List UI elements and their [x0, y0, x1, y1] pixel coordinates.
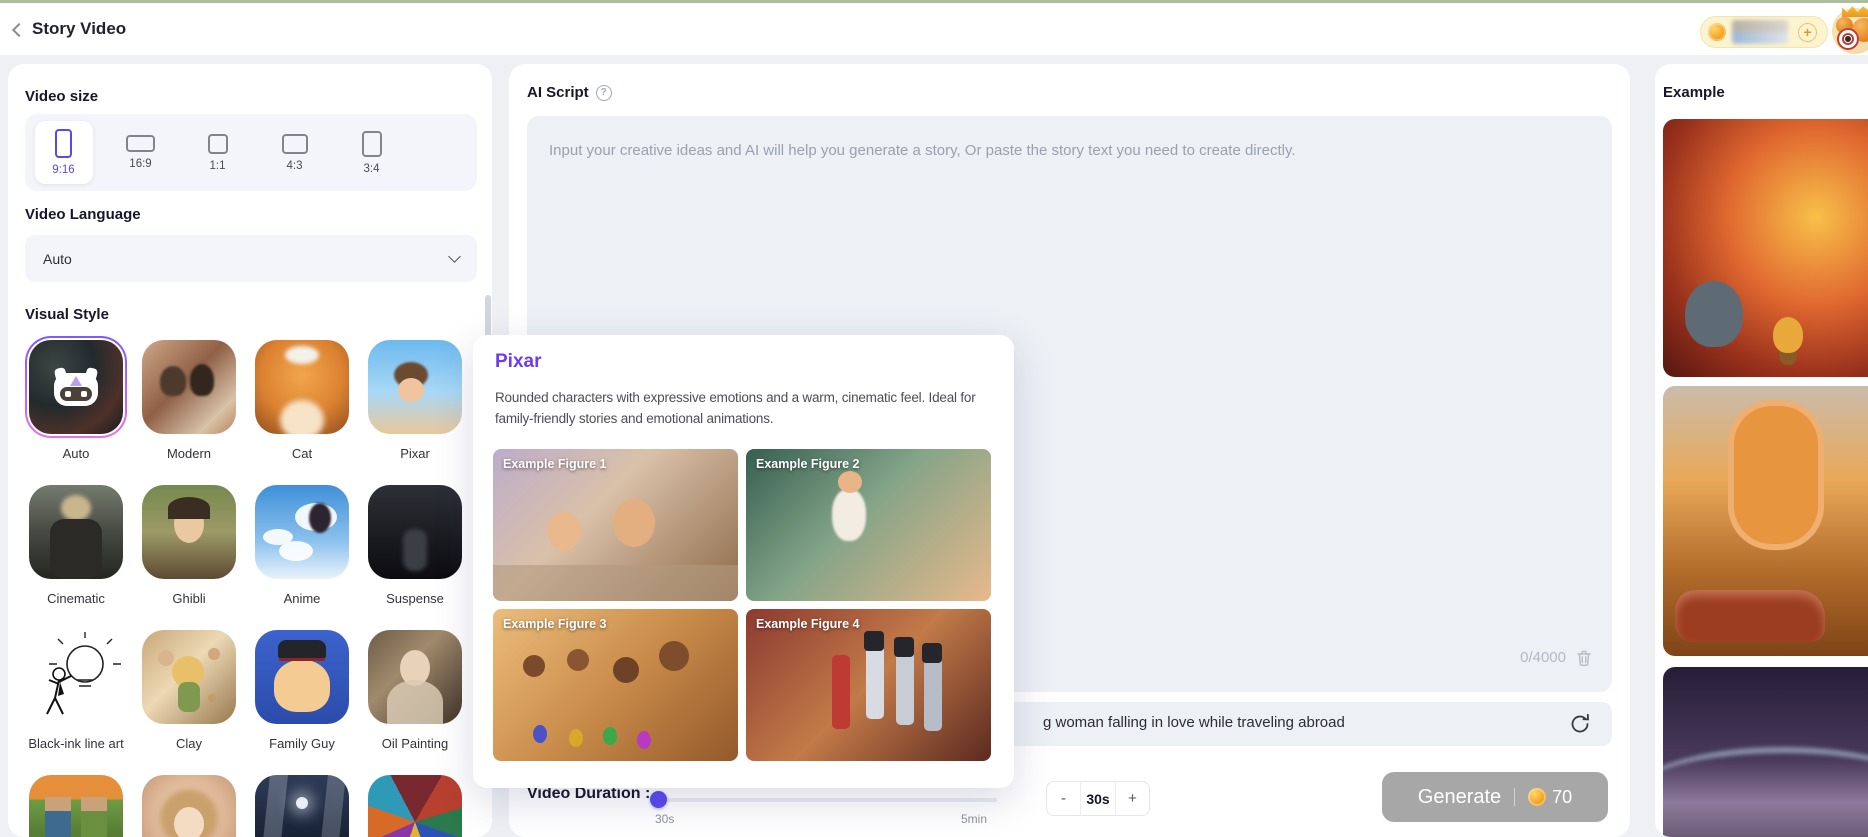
style-card-modern[interactable]: Modern	[138, 336, 240, 461]
crown-icon	[1842, 5, 1868, 17]
video-language-value: Auto	[43, 251, 450, 267]
style-card-pixar[interactable]: Pixar	[364, 336, 466, 461]
generate-button[interactable]: Generate 70	[1382, 772, 1608, 822]
video-size-option-1-1[interactable]: 1:1	[179, 134, 256, 172]
style-thumb-dark-forest	[255, 775, 349, 837]
video-size-option-9-16[interactable]: 9:16	[25, 121, 102, 184]
stick-figure-lightbulb-drawing	[29, 630, 123, 724]
style-thumb-auto-robot	[29, 340, 123, 434]
style-card-family-guy[interactable]: Family Guy	[251, 626, 353, 751]
style-thumb-stained-glass	[368, 775, 462, 837]
style-card-storybook[interactable]	[138, 771, 240, 837]
popup-figure-grid: Example Figure 1 Example Figure 2 Exampl…	[493, 449, 991, 761]
duration-stepper: - 30s +	[1046, 781, 1150, 816]
trash-icon[interactable]	[1574, 648, 1594, 668]
style-card-pixel[interactable]	[25, 771, 127, 837]
char-counter: 0/4000	[1520, 649, 1566, 666]
aspect-ratio-1-1-icon	[208, 134, 228, 154]
duration-slider-track[interactable]	[651, 798, 997, 802]
duration-increase-button[interactable]: +	[1116, 782, 1149, 815]
example-video-cooking-cat[interactable]	[1663, 386, 1868, 656]
robot-icon	[52, 368, 100, 406]
video-size-option-3-4[interactable]: 3:4	[333, 131, 410, 175]
duration-slider-thumb[interactable]	[650, 791, 667, 808]
popup-example-figure-4: Example Figure 4	[746, 609, 991, 761]
example-video-fire-birds[interactable]	[1663, 119, 1868, 377]
aspect-ratio-16-9-icon	[126, 135, 155, 152]
style-card-cinematic[interactable]: Cinematic	[25, 481, 127, 606]
style-card-auto[interactable]: Auto	[25, 336, 127, 461]
target-icon	[1837, 28, 1859, 50]
settings-panel: Video size 9:16 16:9 1:1 4:3 3:4 Video L…	[8, 64, 492, 837]
generate-cost: 70	[1552, 787, 1572, 808]
credits-pill[interactable]: +	[1700, 16, 1828, 48]
popup-example-figure-2: Example Figure 2	[746, 449, 991, 601]
coin-icon	[1708, 23, 1726, 41]
example-panel: Example	[1655, 64, 1868, 837]
style-thumb-ghibli	[142, 485, 236, 579]
page-title: Story Video	[32, 19, 126, 39]
style-thumb-anime	[255, 485, 349, 579]
style-card-cat[interactable]: Cat	[251, 336, 353, 461]
suggestion-text: g woman falling in love while traveling …	[1043, 714, 1345, 731]
style-thumb-oil-painting	[368, 630, 462, 724]
duration-min-label: 30s	[655, 812, 674, 826]
style-card-anime[interactable]: Anime	[251, 481, 353, 606]
chevron-down-icon	[448, 250, 461, 263]
duration-decrease-button[interactable]: -	[1047, 782, 1080, 815]
style-card-black-ink-line-art[interactable]: Black-ink line art	[25, 626, 127, 751]
video-size-option-4-3[interactable]: 4:3	[256, 134, 333, 172]
style-thumb-storybook	[142, 775, 236, 837]
generate-label: Generate	[1418, 786, 1501, 809]
style-detail-popup: Pixar Rounded characters with expressive…	[473, 335, 1014, 788]
popup-example-figure-1: Example Figure 1	[493, 449, 738, 601]
user-avatar[interactable]	[1832, 8, 1868, 54]
video-language-heading: Video Language	[25, 206, 141, 223]
credits-amount-blurred	[1732, 20, 1788, 44]
style-thumb-pixar	[368, 340, 462, 434]
example-heading: Example	[1663, 84, 1725, 101]
video-size-selected-card: 9:16	[35, 121, 93, 184]
video-size-selector: 9:16 16:9 1:1 4:3 3:4	[25, 114, 477, 191]
popup-style-description: Rounded characters with expressive emoti…	[495, 387, 1007, 429]
aspect-ratio-9-16-icon	[55, 129, 72, 158]
style-thumb-black-ink-line-art	[29, 630, 123, 724]
coin-icon	[1528, 788, 1546, 806]
style-thumb-pixel	[29, 775, 123, 837]
ai-script-heading: AI Script	[527, 84, 589, 101]
style-thumb-cinematic	[29, 485, 123, 579]
add-credits-button[interactable]: +	[1798, 23, 1817, 42]
style-card-suspense[interactable]: Suspense	[364, 481, 466, 606]
style-thumb-cat	[255, 340, 349, 434]
example-video-space-scene[interactable]	[1663, 667, 1868, 837]
popup-style-title: Pixar	[495, 351, 541, 373]
refresh-icon[interactable]	[1568, 712, 1592, 736]
style-card-dark-forest[interactable]	[251, 771, 353, 837]
video-size-option-16-9[interactable]: 16:9	[102, 135, 179, 170]
duration-max-label: 5min	[961, 812, 987, 826]
generate-divider	[1514, 788, 1515, 806]
style-thumb-clay	[142, 630, 236, 724]
duration-value: 30s	[1080, 782, 1116, 815]
aspect-ratio-3-4-icon	[362, 131, 382, 157]
style-card-ghibli[interactable]: Ghibli	[138, 481, 240, 606]
style-card-stained-glass[interactable]	[364, 771, 466, 837]
video-language-dropdown[interactable]: Auto	[25, 235, 477, 282]
header-bar: Story Video +	[0, 3, 1868, 55]
video-size-heading: Video size	[25, 88, 98, 105]
visual-style-heading: Visual Style	[25, 306, 109, 323]
popup-example-figure-3: Example Figure 3	[493, 609, 738, 761]
aspect-ratio-4-3-icon	[282, 134, 308, 154]
visual-style-grid: Auto Modern Cat Pixar Cinematic Ghibli A…	[25, 336, 477, 837]
style-thumb-family-guy	[255, 630, 349, 724]
style-thumb-suspense	[368, 485, 462, 579]
style-card-oil-painting[interactable]: Oil Painting	[364, 626, 466, 751]
help-icon[interactable]: ?	[596, 85, 612, 101]
chevron-left-icon	[12, 22, 26, 36]
back-button[interactable]: Story Video	[14, 3, 126, 55]
style-thumb-modern	[142, 340, 236, 434]
style-card-clay[interactable]: Clay	[138, 626, 240, 751]
